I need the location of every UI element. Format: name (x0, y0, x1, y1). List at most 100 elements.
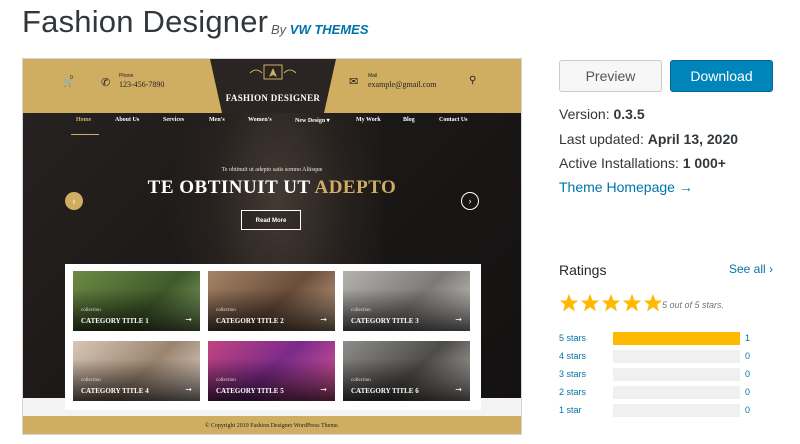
rating-row-2: 2 stars 0 (559, 385, 759, 400)
star-icon (643, 293, 663, 312)
arrow-right-icon: ➞ (320, 385, 327, 394)
see-all-link[interactable]: See all › (729, 262, 773, 276)
hero-title-gold: ADEPTO (314, 177, 397, 198)
category-title: CATEGORY TITLE 6 (351, 387, 419, 395)
arrow-right-icon: ➞ (455, 385, 462, 394)
rating-bar (613, 404, 740, 417)
rating-bar (613, 368, 740, 381)
star-icon (559, 293, 579, 312)
star-icon (580, 293, 600, 312)
phone-value: 123-456-7890 (119, 80, 165, 89)
category-title: CATEGORY TITLE 1 (81, 317, 149, 325)
rating-bar (613, 350, 740, 363)
category-title: CATEGORY TITLE 5 (216, 387, 284, 395)
hero-subtitle: Te obtinuit ut adepto satis somno Aliisq… (221, 167, 323, 173)
nav-item-my-work[interactable]: My Work (356, 117, 381, 123)
updated-row: Last updated: April 13, 2020 (559, 131, 738, 147)
category-card-5[interactable]: collection CATEGORY TITLE 5 ➞ (208, 341, 335, 401)
star-icon (622, 293, 642, 312)
slider-prev-icon[interactable]: ‹ (65, 192, 83, 210)
nav-item-services[interactable]: Services (163, 117, 184, 123)
star-icon (601, 293, 621, 312)
rating-bar (613, 386, 740, 399)
rating-bar (613, 332, 740, 345)
theme-screenshot: 🛒 0 ✆ Phone 123-456-7890 FASHION DESIGNE… (22, 58, 522, 435)
rating-link[interactable]: 2 stars (559, 385, 586, 400)
rating-row-4: 4 stars 0 (559, 349, 759, 364)
category-card-4[interactable]: collection CATEGORY TITLE 4 ➞ (73, 341, 200, 401)
installs-row: Active Installations: 1 000+ (559, 155, 726, 171)
nav-active-underline (71, 134, 99, 135)
phone-icon: ✆ (101, 77, 111, 89)
author-link[interactable]: VW THEMES (290, 22, 369, 37)
category-card-6[interactable]: collection CATEGORY TITLE 6 ➞ (343, 341, 470, 401)
download-button[interactable]: Download (670, 60, 773, 92)
category-label: collection (216, 308, 236, 313)
category-card-2[interactable]: collection CATEGORY TITLE 2 ➞ (208, 271, 335, 331)
page-title: Fashion Designer (22, 4, 269, 39)
rating-count[interactable]: 1 (745, 331, 750, 346)
nav-item-mens[interactable]: Men's (209, 117, 225, 123)
nav-item-home[interactable]: Home (76, 117, 91, 123)
rating-row-5: 5 stars 1 (559, 331, 759, 346)
search-icon[interactable]: ⚲ (469, 75, 476, 86)
byline: By VW THEMES (271, 22, 369, 37)
nav-item-about[interactable]: About Us (115, 117, 139, 123)
site-logo: FASHION DESIGNER (198, 59, 348, 113)
category-label: collection (81, 378, 101, 383)
version-row: Version: 0.3.5 (559, 106, 645, 122)
category-label: collection (351, 308, 371, 313)
category-label: collection (81, 308, 101, 313)
version-label: Version: (559, 106, 610, 122)
nav-item-new-design[interactable]: New Design ▾ (295, 117, 330, 124)
mail-label: Mail (368, 73, 378, 79)
category-title: CATEGORY TITLE 2 (216, 317, 284, 325)
hero-title: TE OBTINUIT UT ADEPTO (23, 177, 521, 199)
mail-value: example@gmail.com (368, 80, 437, 89)
installs-value: 1 000+ (682, 155, 726, 171)
category-label: collection (216, 378, 236, 383)
updated-label: Last updated: (559, 131, 644, 147)
category-label: collection (351, 378, 371, 383)
arrow-right-icon: ➞ (320, 315, 327, 324)
phone-label: Phone (119, 73, 134, 79)
rating-link[interactable]: 5 stars (559, 331, 586, 346)
updated-value: April 13, 2020 (647, 131, 739, 147)
category-grid: collection CATEGORY TITLE 1 ➞ collection… (65, 264, 481, 410)
installs-label: Active Installations: (559, 155, 679, 171)
arrow-right-icon: ➞ (185, 385, 192, 394)
rating-row-1: 1 star 0 (559, 403, 759, 418)
category-title: CATEGORY TITLE 4 (81, 387, 149, 395)
byline-prefix: By (271, 22, 287, 37)
read-more-button[interactable]: Read More (241, 210, 301, 230)
screenshot-footer: © Copyright 2019 Fashion Designer WordPr… (23, 416, 521, 434)
nav-item-womens[interactable]: Women's (248, 117, 272, 123)
rating-row-3: 3 stars 0 (559, 367, 759, 382)
rating-link[interactable]: 4 stars (559, 349, 586, 364)
category-title: CATEGORY TITLE 3 (351, 317, 419, 325)
arrow-right-icon: ➞ (185, 315, 192, 324)
rating-count[interactable]: 0 (745, 367, 750, 382)
version-value: 0.3.5 (613, 106, 645, 122)
site-logo-text: FASHION DESIGNER (225, 93, 321, 103)
mail-icon: ✉ (349, 76, 359, 88)
arrow-right-icon: ➞ (455, 315, 462, 324)
cart-count: 0 (70, 75, 73, 81)
preview-button[interactable]: Preview (559, 60, 662, 92)
nav-item-contact[interactable]: Contact Us (439, 117, 468, 123)
rating-count[interactable]: 0 (745, 349, 750, 364)
stars-text: 5 out of 5 stars. (662, 300, 725, 310)
slider-next-icon[interactable]: › (461, 192, 479, 210)
rating-link[interactable]: 3 stars (559, 367, 586, 382)
rating-bar-fill (613, 332, 740, 345)
category-card-3[interactable]: collection CATEGORY TITLE 3 ➞ (343, 271, 470, 331)
theme-homepage-link[interactable]: Theme Homepage → (559, 179, 693, 195)
nav-item-blog[interactable]: Blog (403, 117, 415, 123)
ratings-heading: Ratings (559, 262, 607, 278)
category-card-1[interactable]: collection CATEGORY TITLE 1 ➞ (73, 271, 200, 331)
rating-count[interactable]: 0 (745, 385, 750, 400)
screenshot-nav: Home About Us Services Men's Women's New… (23, 117, 521, 131)
rating-count[interactable]: 0 (745, 403, 750, 418)
rating-link[interactable]: 1 star (559, 403, 582, 418)
hero-title-white: TE OBTINUIT UT (147, 177, 315, 198)
